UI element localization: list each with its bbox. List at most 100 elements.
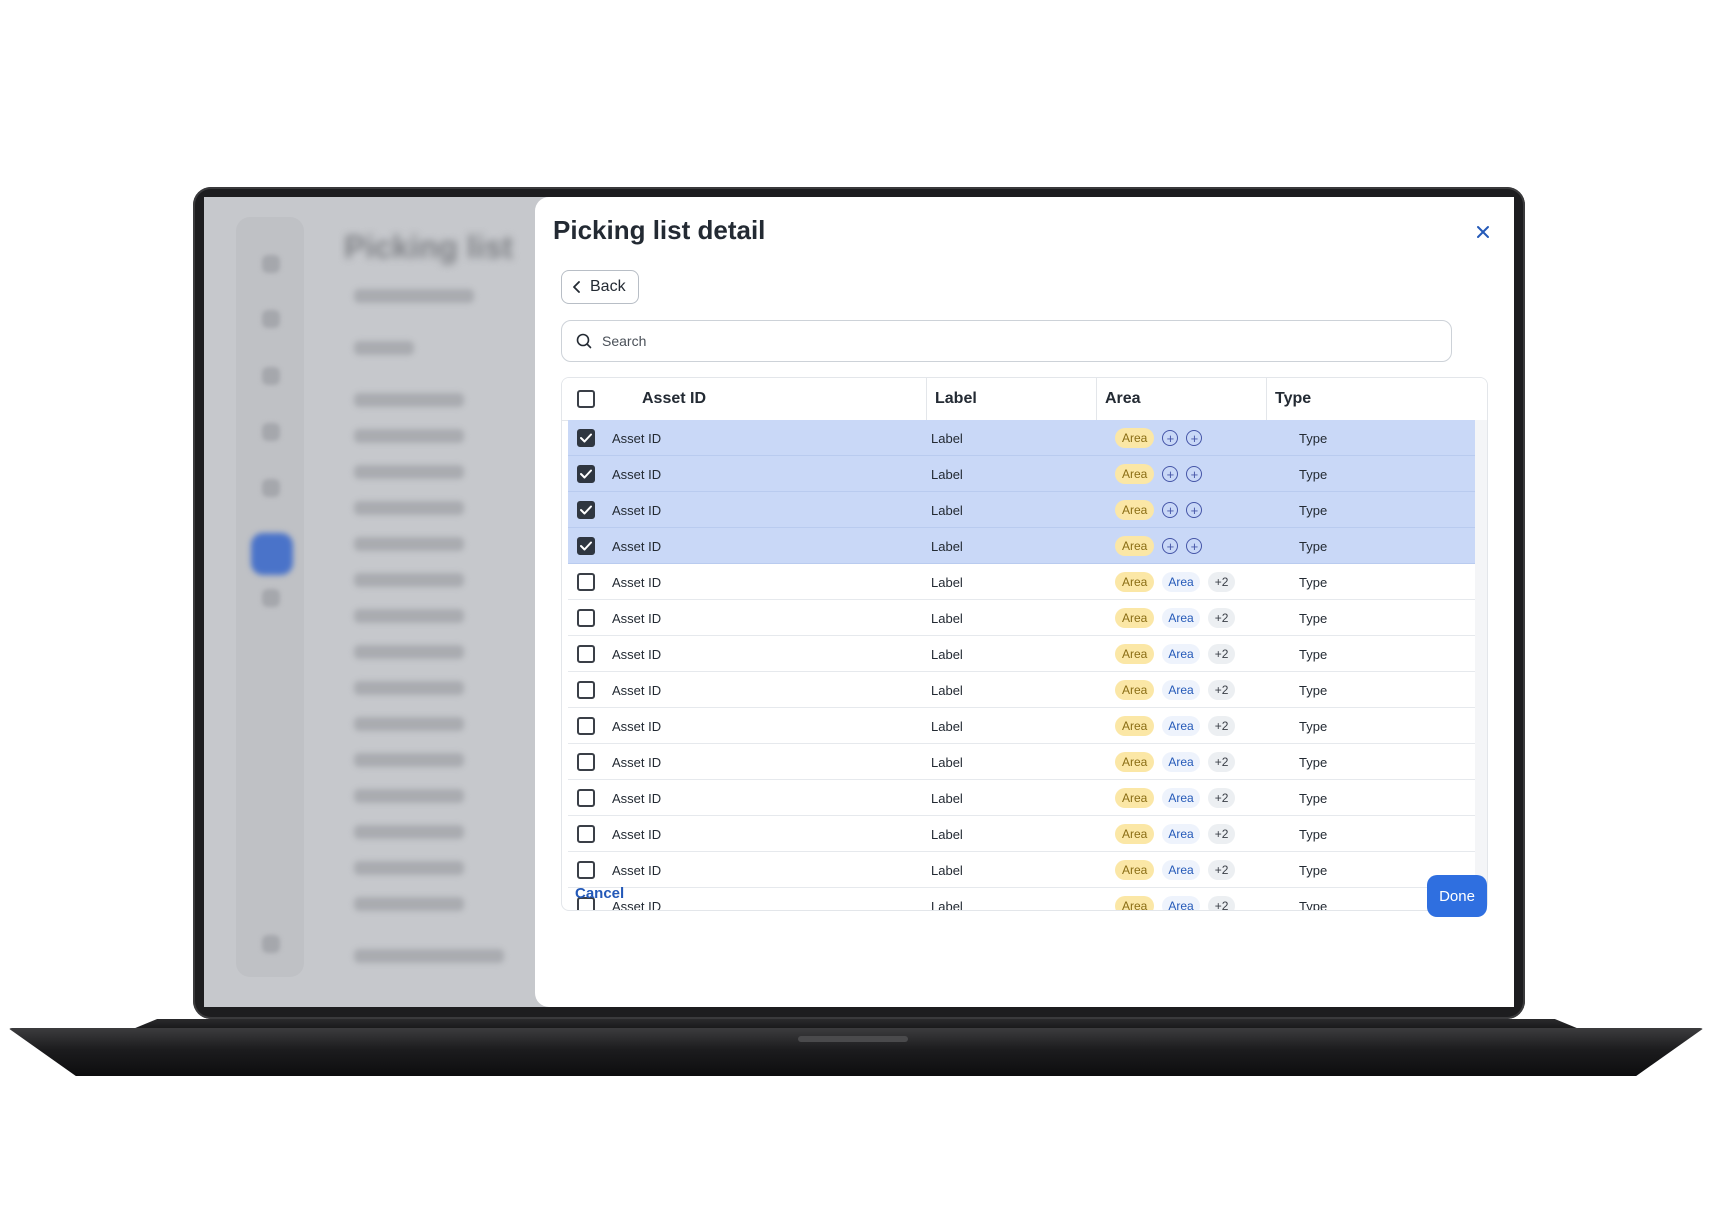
add-area-button[interactable]: + xyxy=(1186,538,1203,554)
row-checkbox[interactable] xyxy=(577,429,595,447)
table-row[interactable]: Asset ID Label Area + + Type xyxy=(568,456,1481,492)
add-area-button[interactable]: + xyxy=(1162,538,1179,554)
label-cell: Label xyxy=(931,862,963,878)
more-areas-badge[interactable]: +2 xyxy=(1207,608,1236,628)
add-area-button[interactable]: + xyxy=(1162,466,1179,482)
table-row[interactable]: Asset ID Label Area + + Type xyxy=(568,528,1481,564)
table-row[interactable]: Asset ID Label Area Area +2 Type xyxy=(568,744,1481,780)
plus-circle-icon: + xyxy=(1190,538,1199,554)
row-checkbox[interactable] xyxy=(577,465,595,483)
more-areas-badge[interactable]: +2 xyxy=(1207,644,1236,664)
row-checkbox[interactable] xyxy=(577,753,595,771)
check-icon xyxy=(580,469,592,479)
plus-circle-icon: + xyxy=(1166,430,1175,446)
area-tag-secondary: Area xyxy=(1162,896,1200,910)
row-checkbox[interactable] xyxy=(577,609,595,627)
search-field[interactable] xyxy=(561,320,1452,362)
row-checkbox[interactable] xyxy=(577,681,595,699)
search-input[interactable] xyxy=(600,332,1424,350)
add-area-button[interactable]: + xyxy=(1162,430,1179,446)
area-tag-secondary: Area xyxy=(1162,752,1200,772)
type-cell: Type xyxy=(1299,826,1328,842)
more-areas-badge[interactable]: +2 xyxy=(1207,752,1236,772)
table-row[interactable]: Asset ID Label Area Area +2 Type xyxy=(568,816,1481,852)
type-cell: Type xyxy=(1299,898,1328,911)
background-nav-icon xyxy=(262,423,280,441)
asset-id-cell: Asset ID xyxy=(612,790,662,806)
type-cell: Type xyxy=(1299,502,1328,518)
column-header-asset-id[interactable]: Asset ID xyxy=(634,378,920,420)
area-tag: Area xyxy=(1115,680,1155,700)
area-cell: Area + + xyxy=(1115,492,1203,528)
plus-circle-icon: + xyxy=(1166,538,1175,554)
asset-id-cell: Asset ID xyxy=(612,574,662,590)
row-checkbox[interactable] xyxy=(577,501,595,519)
area-cell: Area Area +2 xyxy=(1115,600,1236,636)
table-row[interactable]: Asset ID Label Area Area +2 Type xyxy=(568,672,1481,708)
back-button-label: Back xyxy=(590,278,626,295)
row-checkbox[interactable] xyxy=(577,861,595,879)
back-button[interactable]: Back xyxy=(561,270,639,304)
add-area-button[interactable]: + xyxy=(1186,502,1203,518)
screen: Picking list Picking list detail Back Se… xyxy=(204,197,1514,1007)
column-header-type[interactable]: Type xyxy=(1266,378,1471,420)
table-row[interactable]: Asset ID Label Area Area +2 Type xyxy=(568,636,1481,672)
background-row xyxy=(354,501,464,515)
add-area-button[interactable]: + xyxy=(1186,466,1203,482)
area-tag-secondary: Area xyxy=(1162,716,1200,736)
table-scrollbar[interactable] xyxy=(1475,420,1487,910)
table-row[interactable]: Asset ID Label Area Area +2 Type xyxy=(568,600,1481,636)
more-areas-badge[interactable]: +2 xyxy=(1207,860,1236,880)
type-cell: Type xyxy=(1299,430,1328,446)
column-header-label[interactable]: Label xyxy=(926,378,1096,420)
area-tag-secondary: Area xyxy=(1162,608,1200,628)
picking-list-detail-modal: Picking list detail Back Asset ID Labe xyxy=(535,197,1514,1007)
add-area-button[interactable]: + xyxy=(1162,502,1179,518)
table-row[interactable]: Asset ID Label Area Area +2 Type xyxy=(568,852,1481,888)
area-tag: Area xyxy=(1115,896,1155,910)
row-checkbox[interactable] xyxy=(577,789,595,807)
background-row xyxy=(354,753,464,767)
more-areas-badge[interactable]: +2 xyxy=(1207,716,1236,736)
area-tag: Area xyxy=(1115,464,1155,484)
background-filter xyxy=(354,341,414,355)
cancel-button[interactable]: Cancel xyxy=(569,884,630,903)
label-cell: Label xyxy=(931,502,963,518)
table-body: Asset ID Label Area + + Type Asset ID Label Area… xyxy=(568,420,1481,911)
row-checkbox[interactable] xyxy=(577,573,595,591)
more-areas-badge[interactable]: +2 xyxy=(1207,680,1236,700)
background-row xyxy=(354,897,464,911)
background-row xyxy=(354,465,464,479)
table-row[interactable]: Asset ID Label Area Area +2 Type xyxy=(568,564,1481,600)
asset-id-cell: Asset ID xyxy=(612,754,662,770)
more-areas-badge[interactable]: +2 xyxy=(1207,824,1236,844)
done-button[interactable]: Done xyxy=(1427,875,1487,917)
row-checkbox[interactable] xyxy=(577,717,595,735)
row-checkbox[interactable] xyxy=(577,645,595,663)
table-row[interactable]: Asset ID Label Area Area +2 Type xyxy=(568,888,1481,911)
column-header-area[interactable]: Area xyxy=(1096,378,1266,420)
more-areas-badge[interactable]: +2 xyxy=(1207,788,1236,808)
table-row[interactable]: Asset ID Label Area Area +2 Type xyxy=(568,708,1481,744)
area-tag: Area xyxy=(1115,860,1155,880)
label-cell: Label xyxy=(931,538,963,554)
area-cell: Area Area +2 xyxy=(1115,708,1236,744)
close-button[interactable] xyxy=(1470,219,1496,245)
area-tag: Area xyxy=(1115,536,1155,556)
asset-id-cell: Asset ID xyxy=(612,538,662,554)
more-areas-badge[interactable]: +2 xyxy=(1207,572,1236,592)
label-cell: Label xyxy=(931,826,963,842)
select-all-checkbox[interactable] xyxy=(577,390,595,408)
type-cell: Type xyxy=(1299,646,1328,662)
table-row[interactable]: Asset ID Label Area + + Type xyxy=(568,420,1481,456)
area-cell: Area + + xyxy=(1115,420,1203,456)
background-nav-icon xyxy=(262,255,280,273)
more-areas-badge[interactable]: +2 xyxy=(1207,896,1236,910)
row-checkbox[interactable] xyxy=(577,537,595,555)
type-cell: Type xyxy=(1299,718,1328,734)
add-area-button[interactable]: + xyxy=(1186,430,1203,446)
label-cell: Label xyxy=(931,610,963,626)
row-checkbox[interactable] xyxy=(577,825,595,843)
table-row[interactable]: Asset ID Label Area Area +2 Type xyxy=(568,780,1481,816)
table-row[interactable]: Asset ID Label Area + + Type xyxy=(568,492,1481,528)
